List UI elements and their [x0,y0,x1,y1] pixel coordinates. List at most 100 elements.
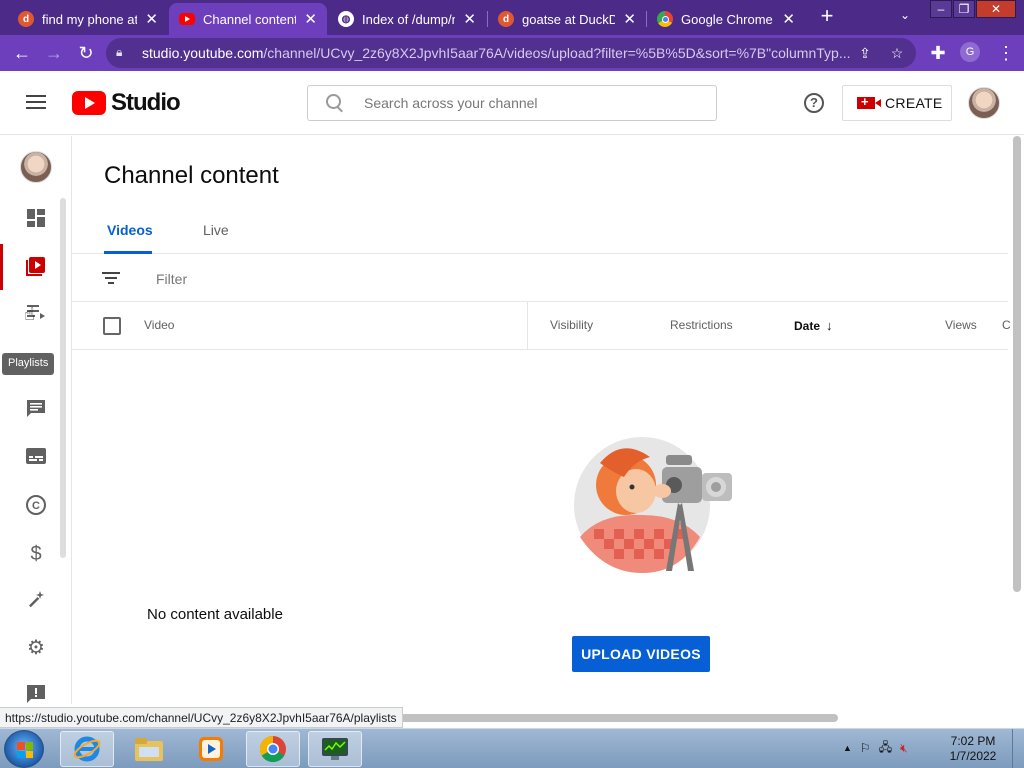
channel-search-box[interactable] [307,85,717,121]
action-center-flag-icon[interactable]: ⚐ [860,741,871,755]
nav-scrollbar[interactable] [60,198,66,558]
show-desktop-button[interactable] [1012,729,1024,768]
file-explorer-icon[interactable] [122,731,176,767]
tab-title: Channel content - [203,11,297,27]
studio-logo[interactable]: Studio [72,89,181,116]
mouse-hand-cursor-icon: ☝︎ [24,304,35,324]
gear-icon[interactable]: ⚙ [24,636,48,660]
chrome-icon[interactable] [246,731,300,767]
volume-muted-icon[interactable]: 🔇︎ [900,741,908,756]
clock-time: 7:02 PM [950,734,996,748]
channel-avatar[interactable] [20,151,52,183]
column-video[interactable]: Video [144,318,174,332]
duckduckgo-icon: d [498,11,514,27]
tab-videos[interactable]: Videos [107,222,153,238]
close-icon[interactable]: ✕ [463,10,476,28]
restore-button[interactable]: ❐ [953,0,975,18]
duckduckgo-icon: d [18,11,34,27]
tab-search-chevron-icon[interactable]: ⌄ [896,8,914,26]
browser-tab[interactable]: ◍ Index of /dump/m ✕ [328,3,486,35]
camera-operator-illustration [574,437,732,573]
menu-kebab-icon[interactable]: ⋮ [994,41,1018,65]
close-icon[interactable]: ✕ [623,10,636,28]
forward-arrow-icon[interactable]: → [42,41,66,65]
tab-title: find my phone at [42,11,138,27]
column-restrictions[interactable]: Restrictions [670,318,733,332]
account-avatar[interactable] [968,87,1000,119]
back-arrow-icon[interactable]: ← [10,41,34,65]
close-icon[interactable]: ✕ [304,10,317,28]
url-text[interactable]: studio.youtube.com/channel/UCvy_2z6y8X2J… [142,45,852,61]
tab-live[interactable]: Live [203,222,229,238]
profile-avatar[interactable]: G [960,42,980,62]
address-bar[interactable]: 🔒︎ studio.youtube.com/channel/UCvy_2z6y8… [106,38,916,68]
system-tray: ▲ ⚐ 🖧︎ 🔇︎ [843,737,908,759]
network-icon[interactable]: 🖧︎ [879,738,892,759]
browser-tab-strip: d find my phone at ✕ Channel content - ✕… [0,0,1024,35]
feedback-icon[interactable] [24,684,48,708]
start-button[interactable] [4,730,44,768]
search-input[interactable] [364,93,704,113]
clock-date: 1/7/2022 [949,749,997,763]
channel-content-main: Channel content Videos Live Video Visibi… [72,136,1011,704]
column-comments[interactable]: C [1002,318,1011,332]
dollar-icon[interactable]: $ [24,542,48,566]
globe-icon: ◍ [338,11,354,27]
filter-icon[interactable] [102,272,120,284]
bookmark-star-icon[interactable]: ☆ [888,44,906,62]
close-window-button[interactable]: ✕ [976,0,1016,18]
share-icon[interactable]: ⇪ [856,44,874,62]
playlists-tooltip: Playlists [2,353,55,375]
reload-icon[interactable]: ↻ [74,41,98,65]
browser-tab-active[interactable]: Channel content - ✕ [169,3,327,35]
logo-text: Studio [111,89,181,116]
comments-icon[interactable] [24,398,48,422]
windows-taskbar: ▲ ⚐ 🖧︎ 🔇︎ 7:02 PM 1/7/2022 [0,728,1024,768]
url-host: studio.youtube.com [142,45,264,61]
dashboard-icon[interactable] [24,208,48,232]
filter-input[interactable] [156,269,556,289]
filter-bar [72,254,1008,302]
task-manager-icon[interactable] [308,731,362,767]
youtube-icon [179,13,195,25]
page-title: Channel content [104,162,279,189]
search-icon [326,94,344,112]
create-button[interactable]: CREATE [842,85,952,121]
copyright-icon[interactable]: C [24,494,48,518]
internet-explorer-icon[interactable] [60,731,114,767]
svg-text:C: C [32,500,40,512]
upload-videos-button[interactable]: UPLOAD VIDEOS [572,636,710,672]
column-visibility[interactable]: Visibility [550,318,593,332]
empty-state-message: No content available [147,606,283,623]
screen: d find my phone at ✕ Channel content - ✕… [0,0,1024,768]
media-player-icon[interactable] [184,731,238,767]
taskbar-clock[interactable]: 7:02 PM 1/7/2022 [940,734,1006,764]
subtitles-icon[interactable] [24,447,48,471]
url-path: /channel/UCvy_2z6y8X2JpvhI5aar76A/videos… [263,45,851,61]
show-hidden-icons-chevron-icon[interactable]: ▲ [843,743,852,753]
main-vertical-scrollbar[interactable] [1013,136,1021,592]
link-status-bubble: https://studio.youtube.com/channel/UCvy_… [0,707,403,728]
extensions-puzzle-icon[interactable]: ✚ [926,41,950,65]
video-camera-plus-icon [857,94,881,109]
new-tab-button[interactable]: + [817,5,837,28]
select-all-checkbox[interactable] [103,317,121,335]
close-icon[interactable]: ✕ [782,10,795,28]
content-tabs: Videos Live [72,216,1008,254]
horizontal-scrollbar[interactable] [400,714,838,722]
close-icon[interactable]: ✕ [145,10,158,28]
table-header: Video Visibility Restrictions Date ↓ View… [72,302,1011,350]
browser-tab[interactable]: d find my phone at ✕ [8,3,168,35]
hamburger-menu-icon[interactable] [26,95,46,111]
column-date[interactable]: Date ↓ [794,318,833,333]
browser-tab[interactable]: Google Chrome H ✕ [647,3,805,35]
browser-tab[interactable]: d goatse at DuckDu ✕ [488,3,646,35]
google-icon [657,11,673,27]
help-icon[interactable]: ? [804,93,824,113]
minimize-button[interactable]: – [930,0,952,18]
studio-header: Studio ? CREATE [0,71,1024,135]
tab-title: goatse at DuckDu [522,11,616,27]
lock-icon: 🔒︎ [116,45,123,59]
column-views[interactable]: Views [945,318,977,332]
content-icon[interactable] [24,255,48,279]
